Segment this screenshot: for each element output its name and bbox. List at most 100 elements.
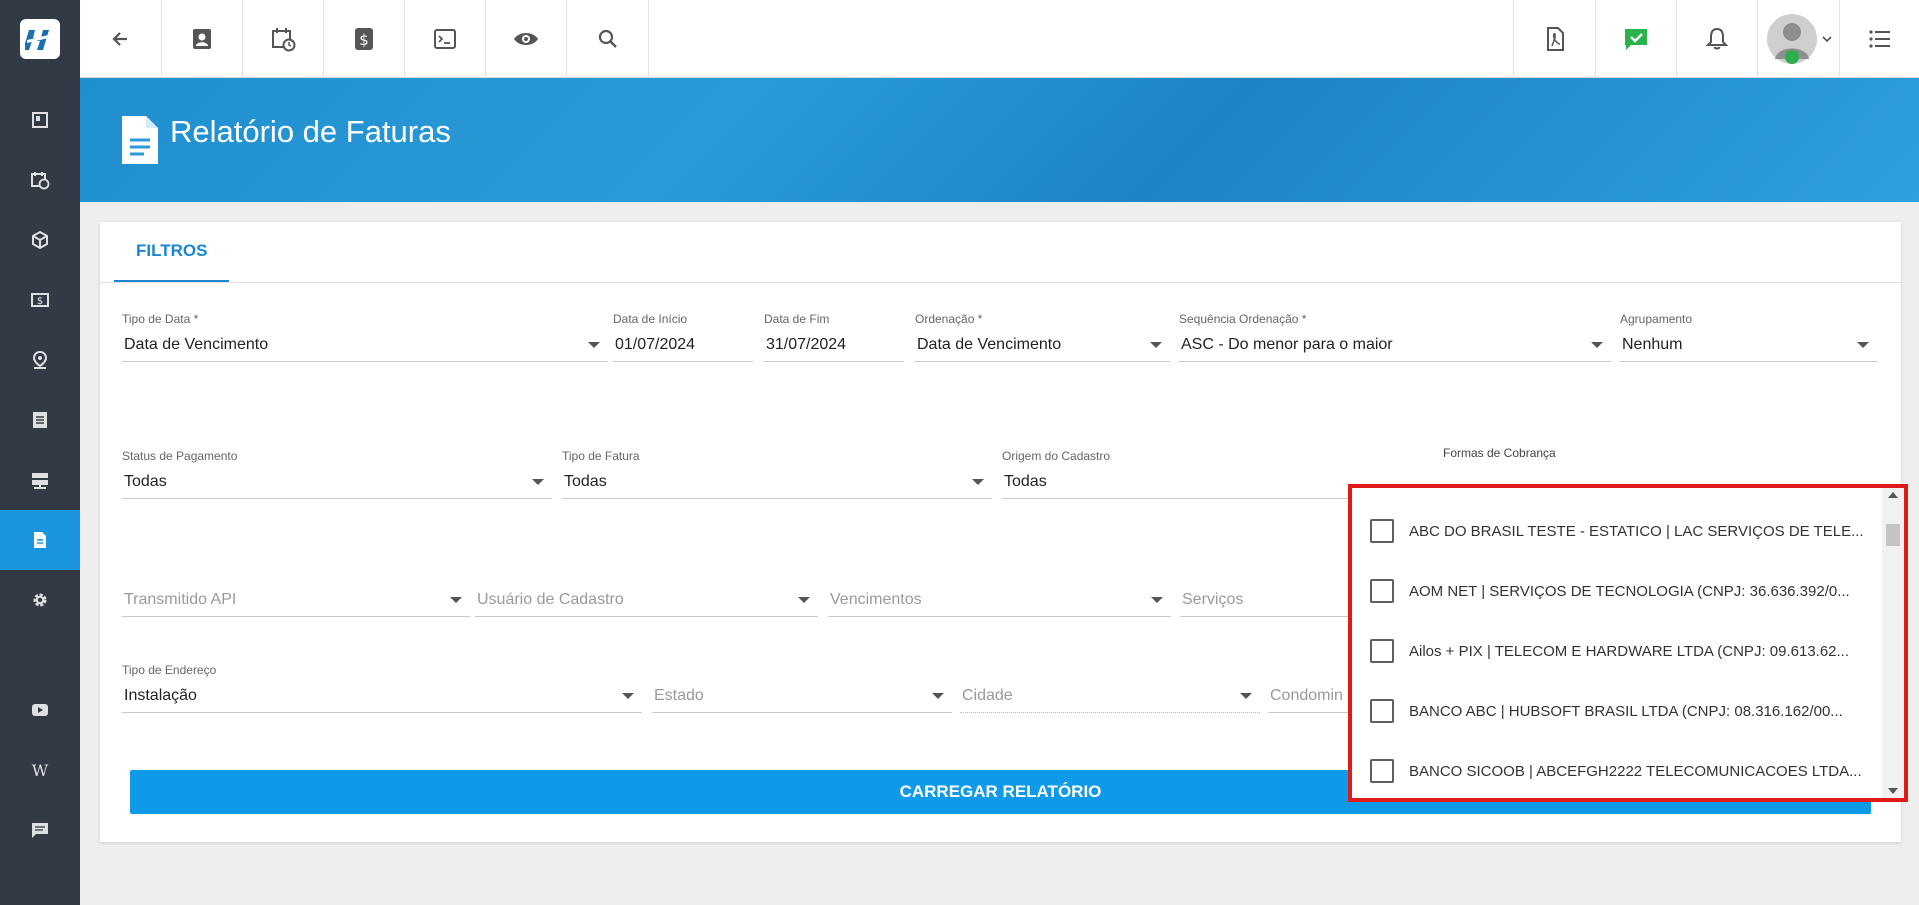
data-inicio-field[interactable]: Data de Início 01/07/2024: [613, 312, 753, 364]
user-menu-button[interactable]: [1757, 0, 1839, 78]
field-value: Instalação: [122, 679, 642, 713]
chevron-down-icon: [1240, 692, 1252, 699]
field-label: Tipo de Fatura: [562, 449, 640, 463]
back-button[interactable]: [80, 0, 162, 78]
view-button[interactable]: [486, 0, 567, 78]
sidebar: $ W: [0, 0, 80, 905]
field-value: 31/07/2024: [764, 328, 904, 362]
dropdown-option[interactable]: BANCO ABC | HUBSOFT BRASIL LTDA (CNPJ: 0…: [1370, 691, 1868, 731]
option-label: Ailos + PIX | TELECOM E HARDWARE LTDA (C…: [1409, 642, 1850, 660]
dropdown-option[interactable]: Ailos + PIX | TELECOM E HARDWARE LTDA (C…: [1370, 631, 1868, 671]
field-value: Estado: [652, 679, 952, 713]
formas-cobranca-label: Formas de Cobrança: [1443, 446, 1556, 460]
estado-select[interactable]: Estado: [652, 663, 952, 715]
contact-button[interactable]: [162, 0, 243, 78]
tasks-button[interactable]: [1595, 0, 1676, 78]
checkbox[interactable]: [1370, 519, 1394, 543]
sequencia-ordenacao-select[interactable]: Sequência Ordenação * ASC - Do menor par…: [1179, 312, 1611, 364]
field-value: Serviços: [1180, 583, 1358, 617]
sidebar-item-relatorios[interactable]: [0, 510, 80, 570]
selected-value: Nenhum: [1622, 335, 1683, 353]
sidebar-item-mapa[interactable]: [0, 330, 80, 390]
dropdown-option[interactable]: BANCO SICOOB | ABCEFGH2222 TELECOMUNICAC…: [1370, 751, 1868, 791]
dashboard-icon: [32, 112, 48, 128]
terminal-icon: [434, 29, 456, 49]
sidebar-item-lista[interactable]: [0, 390, 80, 450]
placeholder: Usuário de Cadastro: [477, 590, 624, 608]
sidebar-item-videos[interactable]: [0, 680, 80, 740]
sidebar-item-dashboard[interactable]: [0, 90, 80, 150]
avatar: [1766, 14, 1817, 64]
sidebar-item-servidores[interactable]: [0, 450, 80, 510]
data-fim-field[interactable]: Data de Fim 31/07/2024: [764, 312, 904, 364]
selected-value: Instalação: [124, 686, 197, 704]
logo-box[interactable]: [0, 0, 80, 78]
scroll-down-icon[interactable]: [1888, 788, 1898, 794]
origem-cadastro-select[interactable]: Origem do Cadastro Todas: [1002, 449, 1358, 501]
chevron-down-icon: [798, 596, 810, 603]
dropdown-option[interactable]: ABC DO BRASIL TESTE - ESTATICO | LAC SER…: [1370, 511, 1868, 551]
video-icon: [32, 704, 48, 716]
list-icon: [33, 412, 47, 428]
checkbox[interactable]: [1370, 759, 1394, 783]
checkbox[interactable]: [1370, 579, 1394, 603]
field-label: Tipo de Data *: [122, 312, 199, 326]
tab-divider: [100, 282, 1901, 283]
chevron-down-icon: [1150, 341, 1162, 348]
tipo-endereco-select[interactable]: Tipo de Endereço Instalação: [122, 663, 642, 715]
top-bar: $: [80, 0, 1919, 78]
sidebar-item-financeiro[interactable]: $: [0, 270, 80, 330]
dropdown-option[interactable]: AOM NET | SERVIÇOS DE TECNOLOGIA (CNPJ: …: [1370, 571, 1868, 611]
schedule-button[interactable]: [243, 0, 324, 78]
field-label: Origem do Cadastro: [1002, 449, 1111, 463]
tipo-data-select[interactable]: Tipo de Data * Data de Vencimento: [122, 312, 608, 364]
option-label: AOM NET | SERVIÇOS DE TECNOLOGIA (CNPJ: …: [1409, 582, 1850, 600]
sidebar-item-wiki[interactable]: W: [0, 740, 80, 800]
vencimentos-select[interactable]: Vencimentos: [828, 567, 1171, 619]
placeholder: Cidade: [962, 686, 1013, 704]
dropdown-scrollbar[interactable]: [1882, 488, 1904, 798]
sidebar-item-estoque[interactable]: [0, 210, 80, 270]
chevron-down-icon: [622, 692, 634, 699]
map-pin-icon: [32, 350, 48, 369]
field-value: Todas: [1002, 465, 1358, 499]
scroll-thumb[interactable]: [1886, 524, 1900, 546]
agrupamento-select[interactable]: Agrupamento Nenhum: [1620, 312, 1877, 364]
transmitido-api-select[interactable]: Transmitido API: [122, 567, 470, 619]
search-icon: [598, 29, 617, 48]
pdf-button[interactable]: [1513, 0, 1595, 78]
page-title: Relatório de Faturas: [170, 114, 451, 149]
status-pagamento-select[interactable]: Status de Pagamento Todas: [122, 449, 552, 501]
ordenacao-select[interactable]: Ordenação * Data de Vencimento: [915, 312, 1170, 364]
notifications-button[interactable]: [1676, 0, 1757, 78]
field-value: Todas: [562, 465, 992, 499]
checkbox[interactable]: [1370, 639, 1394, 663]
field-value: ASC - Do menor para o maior: [1179, 328, 1611, 362]
scroll-up-icon[interactable]: [1888, 492, 1898, 498]
sidebar-item-configuracoes[interactable]: [0, 570, 80, 630]
chat-icon: [32, 823, 48, 838]
placeholder: Vencimentos: [830, 590, 922, 608]
tab-filtros[interactable]: FILTROS: [114, 222, 230, 282]
menu-list-button[interactable]: [1839, 0, 1919, 78]
sidebar-item-agenda[interactable]: [0, 150, 80, 210]
chevron-down-icon: [450, 596, 462, 603]
finance-button[interactable]: $: [324, 0, 405, 78]
money-icon: $: [31, 293, 49, 307]
servicos-select[interactable]: Serviços: [1180, 567, 1358, 619]
sidebar-item-chat[interactable]: [0, 800, 80, 860]
box-icon: [32, 230, 48, 250]
cidade-select[interactable]: Cidade: [960, 663, 1260, 715]
formas-cobranca-dropdown[interactable]: ABC DO BRASIL TESTE - ESTATICO | LAC SER…: [1348, 484, 1908, 802]
chevron-down-icon: [1821, 36, 1832, 43]
condominio-select[interactable]: Condomin: [1268, 663, 1358, 715]
field-label: Data de Início: [613, 312, 688, 326]
arrow-left-icon: [111, 32, 127, 46]
svg-text:$: $: [37, 296, 43, 307]
checkbox[interactable]: [1370, 699, 1394, 723]
field-label: Data de Fim: [764, 312, 830, 326]
tipo-fatura-select[interactable]: Tipo de Fatura Todas: [562, 449, 992, 501]
search-button[interactable]: [567, 0, 649, 78]
terminal-button[interactable]: [405, 0, 486, 78]
usuario-cadastro-select[interactable]: Usuário de Cadastro: [475, 567, 818, 619]
